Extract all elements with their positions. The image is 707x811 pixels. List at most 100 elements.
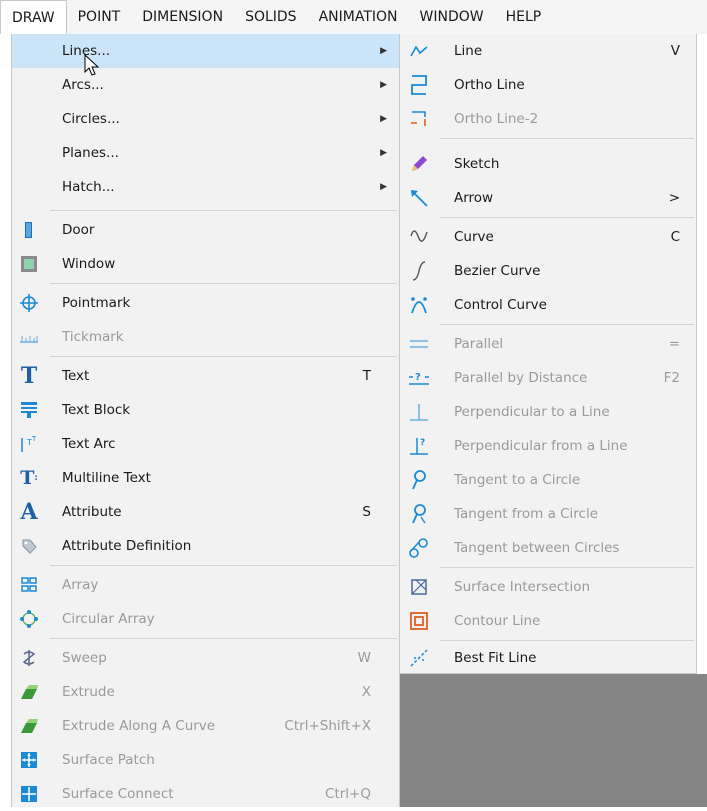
array-icon [16, 572, 42, 598]
menu-item-label: Line [454, 43, 483, 59]
draw-menu: Lines... ▶ Arcs... ▶ Circles... ▶ Planes… [11, 34, 400, 807]
text-icon: T [20, 363, 38, 389]
menu-item-window[interactable]: Window [12, 247, 399, 281]
svg-text:T: T [31, 435, 37, 443]
submenu-item-control-curve[interactable]: Control Curve [400, 288, 696, 322]
submenu-item-parallel-by-distance[interactable]: ? Parallel by Distance F2 [400, 361, 696, 395]
submenu-item-perpendicular-from-line[interactable]: ? Perpendicular from a Line [400, 429, 696, 463]
menu-item-arcs[interactable]: Arcs... ▶ [12, 68, 399, 102]
arrow-icon [406, 185, 432, 211]
menu-item-extrude-along-curve[interactable]: Extrude Along A Curve Ctrl+Shift+X [12, 709, 399, 743]
menu-item-pointmark[interactable]: Pointmark [12, 286, 399, 320]
submenu-item-parallel[interactable]: Parallel = [400, 327, 696, 361]
menu-item-text[interactable]: T Text T [12, 359, 399, 393]
submenu-item-line[interactable]: Line V [400, 34, 696, 68]
menu-item-label: Sweep [62, 650, 107, 666]
menu-item-attribute[interactable]: A Attribute S [12, 495, 399, 529]
tickmark-icon [16, 324, 42, 350]
desktop-background-left [0, 34, 11, 807]
menu-item-label: Attribute Definition [62, 538, 192, 554]
submenu-item-contour-line[interactable]: Contour Line [400, 604, 696, 638]
menu-item-circles[interactable]: Circles... ▶ [12, 102, 399, 136]
menu-item-label: Arcs... [62, 77, 104, 93]
attribute-icon: A [20, 499, 38, 525]
canvas-area [400, 674, 707, 807]
menu-item-tickmark[interactable]: Tickmark [12, 320, 399, 354]
menu-item-label: Ortho Line-2 [454, 111, 539, 127]
menu-item-shortcut: = [668, 336, 680, 352]
menu-item-label: Multiline Text [62, 470, 151, 486]
submenu-item-tangent-to-circle[interactable]: Tangent to a Circle [400, 463, 696, 497]
submenu-item-bezier-curve[interactable]: Bezier Curve [400, 254, 696, 288]
menu-item-shortcut: Ctrl+Q [325, 786, 371, 802]
menu-item-label: Control Curve [454, 297, 547, 313]
menu-draw[interactable]: DRAW [0, 0, 67, 34]
menu-item-multiline-text[interactable]: T: Multiline Text [12, 461, 399, 495]
menu-solids[interactable]: SOLIDS [234, 0, 308, 34]
menu-item-sweep[interactable]: Sweep W [12, 641, 399, 675]
text-block-icon [16, 397, 42, 423]
submenu-item-sketch[interactable]: Sketch [400, 147, 696, 181]
menu-item-shortcut: F2 [663, 370, 680, 386]
menu-item-lines[interactable]: Lines... ▶ [12, 34, 399, 68]
menu-separator [440, 567, 694, 568]
menu-item-shortcut: C [670, 229, 680, 245]
menu-item-label: Extrude Along A Curve [62, 718, 216, 734]
submenu-item-best-fit-line[interactable]: Best Fit Line [400, 641, 696, 675]
submenu-item-ortho-line[interactable]: Ortho Line [400, 68, 696, 102]
menu-item-label: Text [62, 368, 90, 384]
menu-item-label: Text Block [62, 402, 131, 418]
menu-item-label: Attribute [62, 504, 122, 520]
submenu-item-tangent-between-circles[interactable]: Tangent between Circles [400, 531, 696, 565]
menu-item-extrude[interactable]: Extrude X [12, 675, 399, 709]
menu-item-label: Tangent to a Circle [454, 472, 581, 488]
menu-item-surface-patch[interactable]: Surface Patch [12, 743, 399, 777]
menu-item-label: Bezier Curve [454, 263, 541, 279]
extrude-icon [16, 679, 42, 705]
menu-separator [50, 565, 397, 566]
menu-item-door[interactable]: Door [12, 213, 399, 247]
menu-item-circular-array[interactable]: Circular Array [12, 602, 399, 636]
menu-dimension[interactable]: DIMENSION [131, 0, 234, 34]
submenu-item-tangent-from-circle[interactable]: Tangent from a Circle [400, 497, 696, 531]
menu-window[interactable]: WINDOW [409, 0, 495, 34]
menu-item-text-arc[interactable]: TT Text Arc [12, 427, 399, 461]
menu-animation[interactable]: ANIMATION [308, 0, 409, 34]
menu-item-label: Tangent from a Circle [454, 506, 599, 522]
menu-separator [50, 210, 397, 211]
menu-item-label: Sketch [454, 156, 500, 172]
menu-point[interactable]: POINT [67, 0, 132, 34]
menu-item-surface-connect[interactable]: Surface Connect Ctrl+Q [12, 777, 399, 811]
menu-item-attribute-definition[interactable]: Attribute Definition [12, 529, 399, 563]
menu-item-shortcut: > [668, 190, 680, 206]
menu-item-hatch[interactable]: Hatch... ▶ [12, 170, 399, 204]
menu-item-label: Surface Connect [62, 786, 174, 802]
window-icon [16, 251, 42, 277]
menu-item-text-block[interactable]: Text Block [12, 393, 399, 427]
best-fit-line-icon [406, 645, 432, 671]
submenu-item-arrow[interactable]: Arrow > [400, 181, 696, 215]
submenu-arrow-icon: ▶ [380, 80, 387, 90]
menu-item-label: Parallel by Distance [454, 370, 588, 386]
menu-item-array[interactable]: Array [12, 568, 399, 602]
submenu-arrow-icon: ▶ [380, 114, 387, 124]
door-icon [16, 217, 42, 243]
perpendicular-from-icon: ? [406, 433, 432, 459]
parallel-icon [406, 331, 432, 357]
submenu-item-surface-intersection[interactable]: Surface Intersection [400, 570, 696, 604]
tangent-to-circle-icon [406, 467, 432, 493]
menu-help[interactable]: HELP [495, 0, 553, 34]
svg-text:?: ? [420, 438, 425, 448]
submenu-item-perpendicular-to-line[interactable]: Perpendicular to a Line [400, 395, 696, 429]
menu-item-label: Curve [454, 229, 494, 245]
submenu-item-curve[interactable]: Curve C [400, 220, 696, 254]
menu-item-label: Extrude [62, 684, 115, 700]
multiline-text-icon: T: [20, 467, 38, 489]
menu-item-label: Parallel [454, 336, 504, 352]
menu-item-planes[interactable]: Planes... ▶ [12, 136, 399, 170]
menu-item-label: Tickmark [62, 329, 124, 345]
submenu-item-ortho-line-2[interactable]: Ortho Line-2 [400, 102, 696, 136]
menu-item-label: Contour Line [454, 613, 541, 629]
menu-item-label: Surface Intersection [454, 579, 591, 595]
menu-item-label: Text Arc [62, 436, 116, 452]
